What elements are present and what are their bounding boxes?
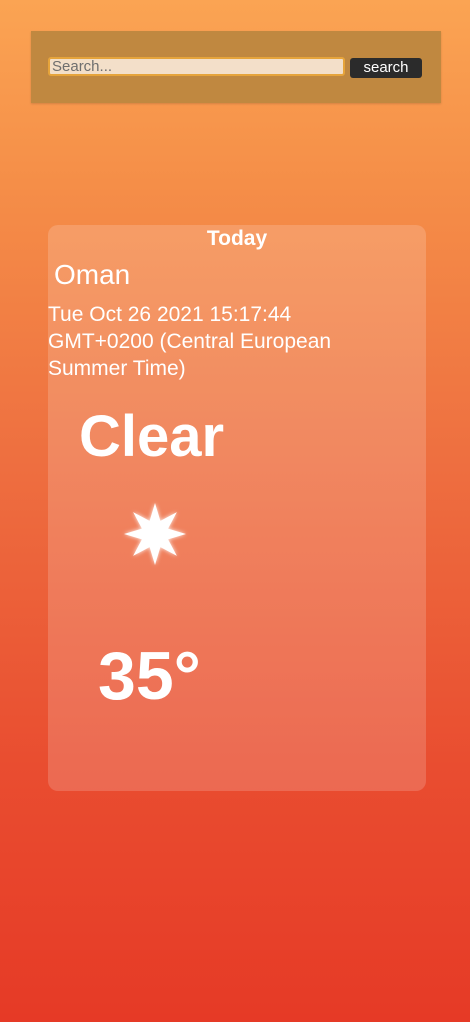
card-heading: Today: [206, 227, 268, 250]
temperature: 35°: [98, 638, 201, 714]
search-button[interactable]: search: [350, 58, 422, 78]
weather-condition: Clear: [79, 404, 225, 469]
search-input[interactable]: [48, 57, 345, 76]
weather-card: Today Oman Tue Oct 26 2021 15:17:44 GMT+…: [48, 225, 426, 791]
city-name: Oman: [54, 259, 131, 290]
date-time: Tue Oct 26 2021 15:17:44 GMT+0200 (Centr…: [48, 303, 332, 380]
search-bar: search: [31, 31, 441, 103]
sun-icon: [124, 503, 186, 565]
